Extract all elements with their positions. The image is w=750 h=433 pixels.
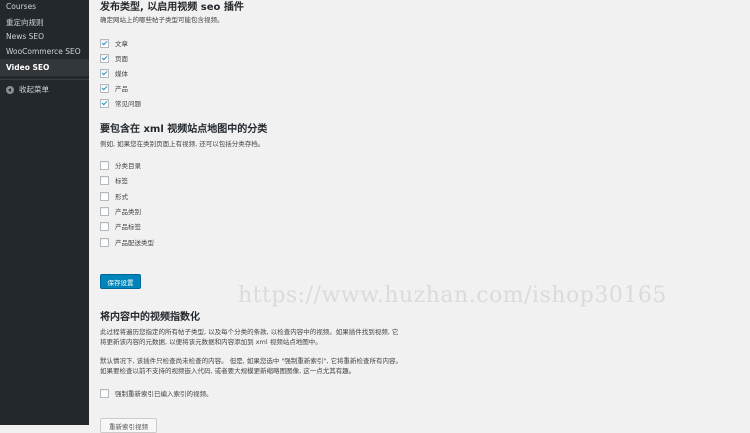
taxonomies-heading: 要包含在 xml 视频站点地图中的分类 xyxy=(100,124,268,135)
collapse-arrow-icon xyxy=(6,85,14,94)
sidebar-item-redirect-rules[interactable]: 重定向规则 xyxy=(6,17,44,28)
indexing-paragraph-1-line-2: 将更新该内容的元数据, 以便将该元数据和内容添加到 xml 视频站点地图中。 xyxy=(100,338,322,346)
checkbox-label: 页面 xyxy=(115,55,128,63)
save-settings-button[interactable]: 保存设置 xyxy=(100,274,141,289)
checkbox-label: 形式 xyxy=(115,193,128,201)
reindex-videos-button[interactable]: 重新索引视频 xyxy=(100,418,157,433)
post-type-option[interactable]: 常见问题 xyxy=(100,98,141,108)
checkbox-label: 分类目录 xyxy=(115,162,141,170)
sidebar-divider xyxy=(0,79,89,80)
indexing-heading: 将内容中的视频指数化 xyxy=(100,312,200,323)
checkbox-label: 强制重新索引已编入索引的视频。 xyxy=(115,390,213,398)
taxonomy-option[interactable]: 分类目录 xyxy=(100,160,141,170)
checkbox-label: 产品配送类型 xyxy=(115,239,154,247)
collapse-menu-button[interactable]: 收起菜单 xyxy=(6,84,49,95)
sidebar-item-woocommerce-seo[interactable]: WooCommerce SEO xyxy=(6,47,81,56)
post-type-option[interactable]: 媒体 xyxy=(100,68,128,78)
taxonomy-option[interactable]: 标签 xyxy=(100,175,128,185)
checkbox[interactable] xyxy=(100,175,109,185)
checkbox[interactable] xyxy=(100,221,109,231)
sidebar-item-news-seo[interactable]: News SEO xyxy=(6,32,44,41)
checkbox-label: 媒体 xyxy=(115,70,128,78)
checkbox-label: 产品类别 xyxy=(115,208,141,216)
sidebar-item-video-seo[interactable]: Video SEO xyxy=(6,63,49,72)
checkbox-label: 标签 xyxy=(115,177,128,185)
checkbox[interactable] xyxy=(100,98,109,108)
checkbox-label: 常见问题 xyxy=(115,100,141,108)
collapse-menu-label: 收起菜单 xyxy=(19,85,49,94)
checkbox[interactable] xyxy=(100,160,109,170)
indexing-paragraph-2-line-2: 如果要检查以前不支持的视频嵌入代码, 或者要大规模更新缩略图图像, 这一点尤其有… xyxy=(100,367,356,375)
taxonomy-option[interactable]: 产品配送类型 xyxy=(100,237,154,247)
checkbox[interactable] xyxy=(100,53,109,63)
post-type-option[interactable]: 文章 xyxy=(100,38,128,48)
checkbox[interactable] xyxy=(100,191,109,201)
post-type-option[interactable]: 页面 xyxy=(100,53,128,63)
checkbox[interactable] xyxy=(100,206,109,216)
checkbox[interactable] xyxy=(100,237,109,247)
force-reindex-option[interactable]: 强制重新索引已编入索引的视频。 xyxy=(100,388,213,398)
checkbox-label: 文章 xyxy=(115,40,128,48)
taxonomy-option[interactable]: 产品类别 xyxy=(100,206,141,216)
checkbox[interactable] xyxy=(100,38,109,48)
post-types-heading: 发布类型, 以启用视频 seo 插件 xyxy=(100,2,244,13)
admin-sidebar: Courses 重定向规则 News SEO WooCommerce SEO V… xyxy=(0,0,89,425)
checkbox-label: 产品 xyxy=(115,85,128,93)
taxonomies-description: 例如, 如果您在类别页面上有视频, 还可以包括分类存档。 xyxy=(100,140,265,148)
checkbox[interactable] xyxy=(100,388,109,398)
post-type-option[interactable]: 产品 xyxy=(100,83,128,93)
post-types-description: 确定网站上的哪些帖子类型可能包含视频。 xyxy=(100,16,224,24)
checkbox-label: 产品标签 xyxy=(115,223,141,231)
checkbox[interactable] xyxy=(100,83,109,93)
watermark-text: https://www.huzhan.com/ishop30165 xyxy=(238,283,667,308)
taxonomy-option[interactable]: 形式 xyxy=(100,191,128,201)
sidebar-item-courses[interactable]: Courses xyxy=(6,2,36,11)
taxonomy-option[interactable]: 产品标签 xyxy=(100,221,141,231)
checkbox[interactable] xyxy=(100,68,109,78)
